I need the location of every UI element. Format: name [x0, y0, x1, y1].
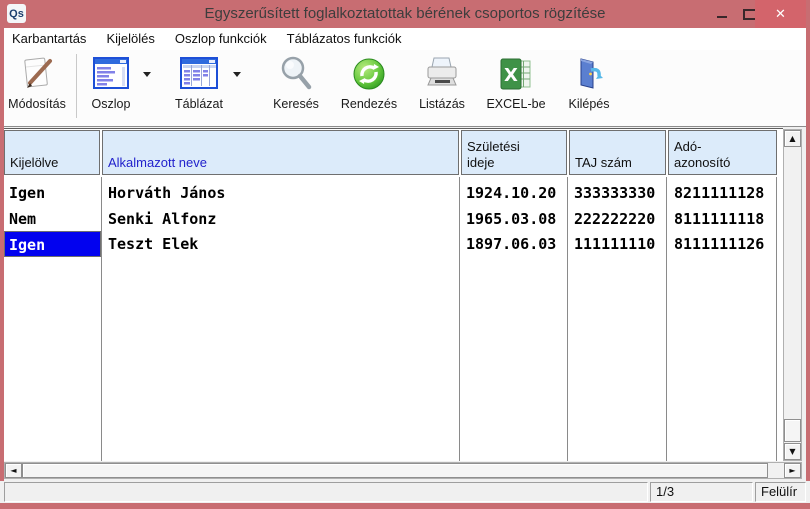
toolbar-button-label: Oszlop [92, 97, 131, 111]
toolbar-button-label: Módosítás [8, 97, 66, 111]
menu-kijeloles[interactable]: Kijelölés [96, 28, 164, 50]
kereses-button[interactable]: Keresés [267, 52, 325, 124]
title-bar: Qs Egyszerűsített foglalkoztatottak béré… [0, 0, 810, 28]
oszlop-dropdown-arrow[interactable] [139, 52, 155, 96]
column-divider [101, 177, 102, 461]
table-cell[interactable]: 8111111118 [669, 206, 777, 232]
header-alkalmazott-neve[interactable]: Alkalmazott neve [102, 130, 459, 175]
magnifier-icon [276, 52, 316, 96]
table-cell[interactable]: Igen [4, 180, 101, 206]
scroll-up-button[interactable]: ▲ [784, 130, 801, 147]
exit-door-icon [569, 52, 609, 96]
table-cell[interactable]: 8211111128 [669, 180, 777, 206]
status-bar: 1/3 Felülír [0, 481, 810, 503]
table-cell[interactable]: Nem [4, 206, 101, 232]
overwrite-mode-indicator: Felülír [755, 482, 806, 502]
chevron-down-icon [143, 72, 151, 77]
header-szuletesi-ideje[interactable]: Születési ideje [461, 130, 567, 175]
table-cell[interactable]: Igen [4, 231, 101, 257]
scroll-right-button[interactable]: ► [784, 463, 801, 478]
green-sort-arrows-icon [350, 52, 388, 96]
horizontal-scroll-thumb[interactable] [22, 463, 768, 478]
oszlop-button[interactable]: Oszlop [83, 52, 139, 124]
listazas-button[interactable]: Listázás [413, 52, 471, 124]
menu-tablazatos-funkciok[interactable]: Táblázatos funkciók [277, 28, 412, 50]
record-indicator: 1/3 [650, 482, 753, 502]
horizontal-scrollbar[interactable]: ◄ ► [4, 462, 802, 479]
header-taj-szam[interactable]: TAJ szám [569, 130, 666, 175]
toolbar-button-label: Keresés [273, 97, 319, 111]
vertical-scroll-thumb[interactable] [784, 419, 801, 442]
minimize-icon [717, 16, 727, 18]
table-cell[interactable]: 1965.03.08 [461, 206, 567, 232]
toolbar-button-label: Táblázat [175, 97, 223, 111]
svg-text:X: X [504, 65, 518, 86]
minimize-button[interactable] [708, 0, 736, 28]
close-icon: ✕ [775, 6, 786, 22]
window-title: Egyszerűsített foglalkoztatottak bérének… [0, 0, 810, 28]
table-cell[interactable]: Teszt Elek [103, 231, 459, 257]
vertical-scrollbar[interactable]: ▲ ▼ [783, 129, 802, 461]
table-cell[interactable]: 1924.10.20 [461, 180, 567, 206]
header-ado-azonosito[interactable]: Adó- azonosító [668, 130, 777, 175]
table-cell[interactable]: 8111111126 [669, 231, 777, 257]
kilepes-button[interactable]: Kilépés [561, 52, 617, 124]
excel-be-button[interactable]: X EXCEL-be [485, 52, 547, 124]
printer-icon [422, 52, 462, 96]
tablazat-dropdown-arrow[interactable] [229, 52, 245, 96]
edit-pencil-icon [17, 52, 57, 96]
toolbar-button-label: EXCEL-be [486, 97, 545, 111]
table-cell[interactable]: 1897.06.03 [461, 231, 567, 257]
toolbar-button-label: Kilépés [569, 97, 610, 111]
table-cell[interactable]: 222222220 [569, 206, 667, 232]
toolbar: Módosítás Oszlop [4, 50, 806, 127]
tablazat-button[interactable]: Táblázat [169, 52, 229, 124]
chevron-down-icon [233, 72, 241, 77]
grid: Kijelölve Alkalmazott neve Születési ide… [0, 128, 810, 461]
column-divider [567, 177, 568, 461]
header-kijelolve[interactable]: Kijelölve [4, 130, 100, 175]
close-button[interactable]: ✕ [755, 0, 806, 28]
table-cell[interactable]: Horváth János [103, 180, 459, 206]
application-window: Qs Egyszerűsített foglalkoztatottak béré… [0, 0, 810, 509]
excel-icon: X [497, 52, 535, 96]
scroll-left-button[interactable]: ◄ [5, 463, 22, 478]
toolbar-button-label: Listázás [419, 97, 465, 111]
toolbar-button-label: Rendezés [341, 97, 397, 111]
rendezes-button[interactable]: Rendezés [339, 52, 399, 124]
menu-bar: Karbantartás Kijelölés Oszlop funkciók T… [4, 28, 806, 50]
table-cell[interactable]: Senki Alfonz [103, 206, 459, 232]
menu-karbantartas[interactable]: Karbantartás [4, 28, 96, 50]
status-panel-empty [4, 482, 648, 502]
modositas-button[interactable]: Módosítás [4, 52, 70, 124]
toolbar-separator [76, 54, 77, 118]
scroll-down-button[interactable]: ▼ [784, 443, 801, 460]
column-divider [459, 177, 460, 461]
table-window-icon [178, 52, 220, 96]
table-cell[interactable]: 333333330 [569, 180, 667, 206]
menu-oszlop-funkciok[interactable]: Oszlop funkciók [165, 28, 277, 50]
table-cell[interactable]: 111111110 [569, 231, 667, 257]
column-window-icon [91, 52, 131, 96]
